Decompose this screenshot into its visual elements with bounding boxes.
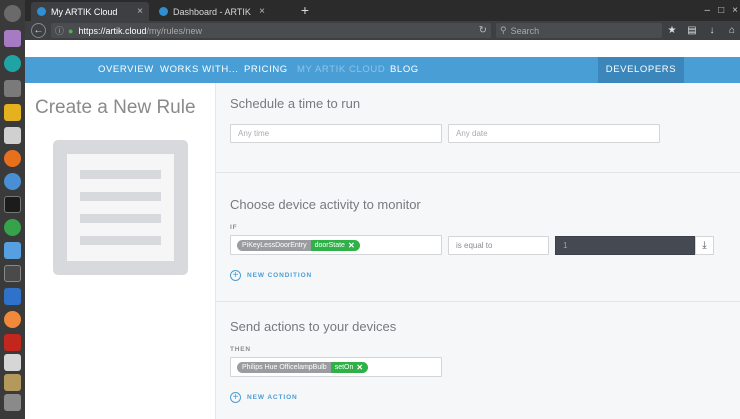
value-input[interactable]: 1 (555, 236, 695, 255)
field-tag: doorState ✕ (310, 240, 360, 251)
nav-blog[interactable]: BLOG (390, 57, 419, 83)
close-tab-icon[interactable]: × (259, 6, 265, 17)
illustration-line (80, 214, 161, 223)
lock-icon: ● (68, 25, 74, 36)
action-title: Send actions to your devices (230, 319, 397, 334)
download-icon[interactable]: ↓ (707, 25, 717, 36)
condition-title: Choose device activity to monitor (230, 197, 421, 212)
arduino-icon[interactable] (4, 55, 21, 72)
remove-chip-icon[interactable]: ✕ (348, 240, 355, 251)
document-illustration-icon (53, 140, 188, 275)
schedule-section: Schedule a time to run Any time Any date (216, 83, 740, 172)
rule-builder: Schedule a time to run Any time Any date… (215, 83, 740, 419)
archive-icon[interactable] (4, 374, 21, 391)
time-input[interactable]: Any time (230, 124, 442, 143)
search-icon: ⚲ (500, 25, 507, 35)
condition-section: Choose device activity to monitor IF PiK… (216, 173, 740, 301)
close-window-icon[interactable]: × (732, 5, 738, 16)
device-name: Philips Hue OfficelampBulb (237, 362, 331, 373)
search-input[interactable]: ⚲ Search (496, 23, 662, 38)
trash-icon[interactable] (4, 394, 21, 411)
then-label: THEN (230, 346, 251, 353)
back-button[interactable]: ← (31, 23, 46, 38)
usb-drive-icon[interactable] (4, 80, 21, 97)
new-condition-label: NEW CONDITION (247, 272, 313, 279)
tab-dashboard[interactable]: Dashboard - ARTIK ... × (153, 2, 271, 21)
download-icon[interactable]: ⤓ (695, 236, 714, 255)
device-field-chip[interactable]: PiKeyLessDoorEntry doorState ✕ (237, 240, 360, 251)
action-name: setOn (334, 364, 354, 371)
illustration-line (80, 236, 161, 245)
firefox-icon[interactable] (4, 150, 21, 167)
new-tab-button[interactable]: + (297, 2, 313, 19)
add-icon: + (230, 270, 241, 281)
device-action-chip[interactable]: Philips Hue OfficelampBulb setOn ✕ (237, 362, 369, 373)
illustration-line (80, 170, 161, 179)
writer-icon[interactable] (4, 288, 21, 305)
system-monitor-icon[interactable] (4, 265, 21, 282)
nav-works-with[interactable]: WORKS WITH... (160, 57, 239, 83)
artik-favicon-icon (159, 7, 168, 16)
new-action-label: NEW ACTION (247, 394, 298, 401)
ubuntu-sdk-icon[interactable] (4, 311, 21, 328)
network-icon[interactable] (4, 219, 21, 236)
developers-button[interactable]: DEVELOPERS (598, 57, 684, 83)
illustration-page (67, 154, 174, 261)
action-device-field[interactable]: Philips Hue OfficelampBulb setOn ✕ (230, 357, 442, 377)
filezilla-icon[interactable] (4, 334, 21, 351)
tab-label: My ARTIK Cloud (51, 6, 118, 17)
app-launcher-icon[interactable] (4, 30, 21, 47)
terminal-icon[interactable] (4, 196, 21, 213)
if-label: IF (230, 224, 238, 231)
search-placeholder: Search (510, 25, 540, 36)
add-icon: + (230, 392, 241, 403)
url-path: /my/rules/new (146, 25, 203, 36)
ubuntu-dash-icon[interactable] (4, 5, 21, 22)
device-name: PiKeyLessDoorEntry (237, 240, 311, 251)
nav-overview[interactable]: OVERVIEW (98, 57, 154, 83)
reload-icon[interactable]: ↻ (479, 25, 487, 36)
toolbar-icons: ★ ▤ ↓ ⌂ ≡ (667, 23, 740, 38)
library-icon[interactable]: ▤ (687, 25, 697, 36)
home-icon[interactable]: ⌂ (727, 25, 737, 36)
new-action-button[interactable]: + NEW ACTION (230, 392, 298, 403)
artik-favicon-icon (37, 7, 46, 16)
tab-my-artik-cloud[interactable]: My ARTIK Cloud × (31, 2, 149, 21)
url-bar[interactable]: ⓘ ● https://artik.cloud/my/rules/new ↻ (51, 23, 491, 38)
browser-tab-strip: My ARTIK Cloud × Dashboard - ARTIK ... ×… (25, 0, 740, 21)
illustration-line (80, 192, 161, 201)
software-icon[interactable] (4, 104, 21, 121)
schedule-title: Schedule a time to run (230, 96, 361, 111)
image-viewer-icon[interactable] (4, 242, 21, 259)
nav-my-artik-cloud[interactable]: MY ARTIK CLOUD (297, 57, 385, 83)
action-section: Send actions to your devices THEN Philip… (216, 302, 740, 419)
minimize-icon[interactable]: – (705, 5, 711, 16)
tab-label: Dashboard - ARTIK ... (173, 6, 254, 17)
close-tab-icon[interactable]: × (137, 6, 143, 17)
bookmark-star-icon[interactable]: ★ (667, 25, 677, 36)
action-tag: setOn ✕ (330, 362, 369, 373)
new-condition-button[interactable]: + NEW CONDITION (230, 270, 312, 281)
page-top-gap (25, 40, 740, 57)
condition-device-field[interactable]: PiKeyLessDoorEntry doorState ✕ (230, 235, 442, 255)
site-header: OVERVIEW WORKS WITH... PRICING MY ARTIK … (25, 57, 740, 83)
remove-chip-icon[interactable]: ✕ (356, 362, 363, 373)
browser-nav-bar: ← ⓘ ● https://artik.cloud/my/rules/new ↻… (25, 21, 740, 40)
left-panel: Create a New Rule (25, 83, 215, 419)
chromium-icon[interactable] (4, 173, 21, 190)
maximize-icon[interactable]: □ (718, 5, 724, 16)
window-controls: – □ × (705, 0, 738, 21)
date-input[interactable]: Any date (448, 124, 660, 143)
vlc-icon[interactable] (4, 354, 21, 371)
text-editor-icon[interactable] (4, 127, 21, 144)
nav-pricing[interactable]: PRICING (244, 57, 288, 83)
field-name: doorState (314, 242, 345, 249)
url-host: https://artik.cloud (78, 25, 147, 36)
operator-select[interactable]: is equal to (448, 236, 549, 255)
ubuntu-launcher (0, 0, 25, 419)
page-title: Create a New Rule (35, 97, 196, 118)
info-icon[interactable]: ⓘ (55, 24, 64, 37)
